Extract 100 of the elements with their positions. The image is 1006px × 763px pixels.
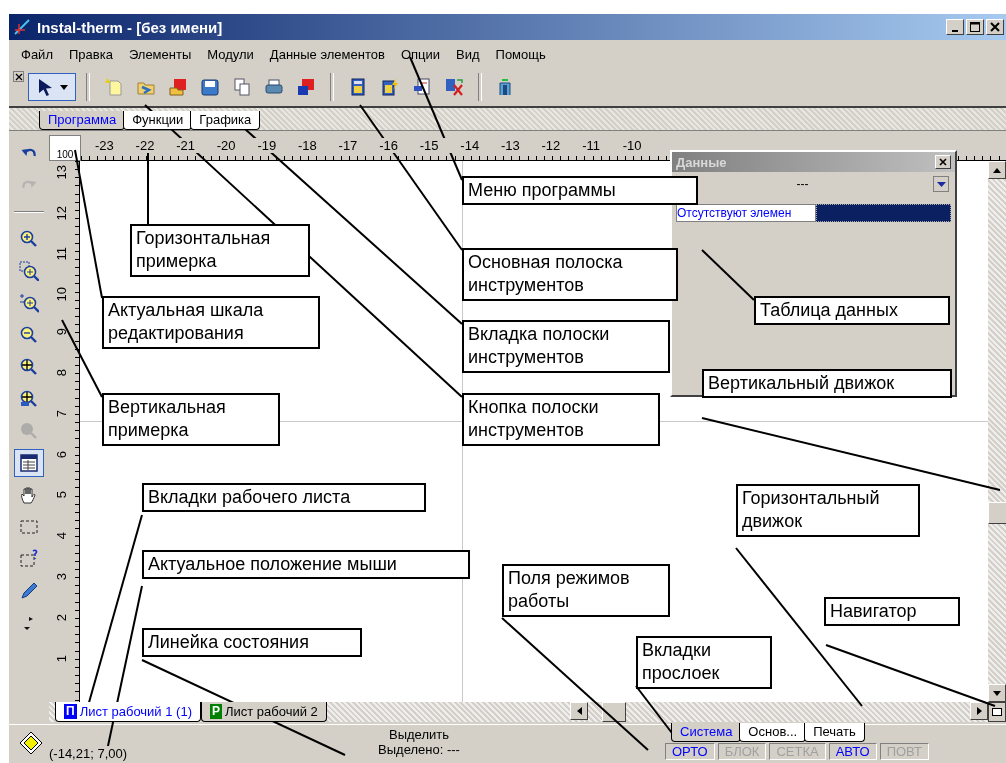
- scroll-thumb[interactable]: [602, 702, 626, 722]
- calculator-icon: [348, 77, 368, 97]
- up-arrow-icon: [993, 167, 1001, 173]
- hand-icon: [19, 485, 39, 505]
- toolbar-tab[interactable]: Программа: [39, 111, 126, 130]
- maximize-button[interactable]: [966, 19, 984, 35]
- leader-line: [701, 249, 755, 301]
- ruler-label: 1: [53, 654, 69, 662]
- table-cell[interactable]: [816, 204, 951, 222]
- menu-item[interactable]: Файл: [13, 44, 61, 64]
- callout-label: Меню программы: [462, 176, 698, 206]
- ruler-label: 12: [53, 205, 69, 221]
- ruler-label: 4: [53, 532, 69, 540]
- menu-item[interactable]: Вид: [448, 44, 488, 64]
- menu-item[interactable]: Опции: [392, 44, 448, 64]
- ruler-label: 5: [53, 491, 69, 499]
- callout-label: Поля режимов работы: [502, 564, 670, 617]
- app-icon: [13, 18, 31, 36]
- diamond-icon: [19, 731, 43, 755]
- scroll-right-button[interactable]: [970, 702, 988, 720]
- table-button[interactable]: [14, 449, 44, 477]
- minimize-icon: [952, 29, 958, 32]
- close-icon: [990, 22, 1000, 32]
- close-icon: [939, 158, 947, 166]
- down-arrow-icon: [993, 690, 1001, 696]
- callout-label: Кнопка полоски инструментов: [462, 393, 660, 446]
- minimize-button[interactable]: [946, 19, 964, 35]
- sheet-tab[interactable]: Р Лист рабочий 2: [201, 702, 327, 722]
- print-icon: [264, 77, 284, 97]
- ruler-corner: 100: [49, 135, 81, 161]
- ruler-label: 10: [53, 287, 69, 302]
- ruler-label: 8: [53, 369, 69, 377]
- zoom-all-alt-icon: [19, 389, 39, 409]
- zoom-plus-minus-icon: [19, 293, 39, 313]
- redo-icon: [21, 180, 37, 190]
- callout-label: Линейка состояния: [142, 628, 362, 658]
- calculator-lightning-icon: [380, 77, 400, 97]
- panel-title: Данные: [676, 154, 727, 170]
- ruler-label: 3: [53, 572, 69, 581]
- menu-item[interactable]: Помощь: [487, 44, 554, 64]
- scroll-left-button[interactable]: [570, 702, 588, 720]
- toolbar-tab[interactable]: Графика: [190, 111, 261, 130]
- right-arrow-icon: [976, 707, 982, 715]
- ruler-label: 2: [53, 613, 69, 621]
- left-arrow-icon: [576, 707, 582, 715]
- sheet-label: Лист рабочий 2: [225, 704, 318, 719]
- new-file-icon: [104, 77, 124, 97]
- menu-item[interactable]: Правка: [60, 44, 121, 64]
- caret-icon: [936, 181, 946, 187]
- window-title: Instal-therm - [без имени]: [37, 18, 223, 36]
- layer-tab[interactable]: Печать: [804, 723, 865, 742]
- callout-label: Горизонтальная примерка: [130, 224, 310, 277]
- close-icon: [14, 72, 23, 81]
- sheet-tab[interactable]: П Лист рабочий 1 (1): [55, 702, 201, 722]
- callout-label: Таблица данных: [754, 296, 950, 326]
- scroll-up-button[interactable]: [988, 161, 1006, 179]
- navigator-icon: [992, 708, 1002, 716]
- zoom-all-icon: [19, 357, 39, 377]
- mouse-coordinates: (-14,21; 7,00): [49, 746, 128, 761]
- close-button[interactable]: [13, 71, 24, 82]
- menu-item[interactable]: Элементы: [120, 44, 200, 64]
- maximize-icon: [970, 22, 980, 32]
- table-cell: Отсутствуют элемен: [676, 204, 816, 222]
- horizontal-scrollbar[interactable]: [570, 702, 1006, 722]
- scroll-down-button[interactable]: [988, 684, 1006, 702]
- pointer-button[interactable]: [28, 73, 76, 101]
- zoom-in-icon: [19, 229, 39, 249]
- navigator-button[interactable]: [988, 702, 1006, 722]
- undo-icon: [21, 148, 37, 158]
- callout-label: Основная полоска инструментов: [462, 248, 678, 301]
- ruler-label: 11: [53, 246, 69, 261]
- ruler-label: 9: [53, 328, 69, 336]
- callout-label: Вкладка полоски инструментов: [462, 320, 670, 373]
- menu-item[interactable]: Данные элементов: [261, 44, 393, 64]
- mode-field[interactable]: АВТО: [828, 743, 877, 760]
- zoom-out-icon: [19, 325, 39, 345]
- callout-label: Вкладки рабочего листа: [142, 483, 426, 513]
- callout-label: Горизонтальный движок: [736, 484, 920, 537]
- callout-label: Вкладки прослоек: [636, 636, 772, 689]
- layer-tab[interactable]: Основ...: [739, 723, 807, 742]
- table-icon: [19, 453, 39, 473]
- status-action: Выделить: [389, 727, 449, 742]
- menu-item[interactable]: Модули: [199, 44, 262, 64]
- ruler-label: -20: [216, 138, 258, 153]
- copy-icon: [232, 77, 252, 97]
- mode-field[interactable]: ОРТО: [665, 743, 715, 760]
- scroll-thumb[interactable]: [988, 502, 1006, 524]
- zoom-window-icon: [19, 261, 39, 281]
- status-selection: Выделено: ---: [378, 742, 460, 757]
- select-rectangle-icon: [19, 517, 39, 537]
- caret-icon: [60, 84, 68, 90]
- sheet-badge: Р: [210, 704, 222, 719]
- vertical-scrollbar[interactable]: [988, 161, 1006, 702]
- callout-label: Вертикальная примерка: [102, 393, 280, 446]
- dropdown-button[interactable]: [933, 176, 949, 192]
- layer-tab[interactable]: Система: [671, 723, 742, 742]
- callout-label: Вертикальный движок: [702, 369, 952, 399]
- toolbar-tab[interactable]: Функции: [123, 111, 193, 130]
- open-drawing-icon: [168, 77, 188, 97]
- callout-label: Актуальная шкала редактирования: [102, 296, 320, 349]
